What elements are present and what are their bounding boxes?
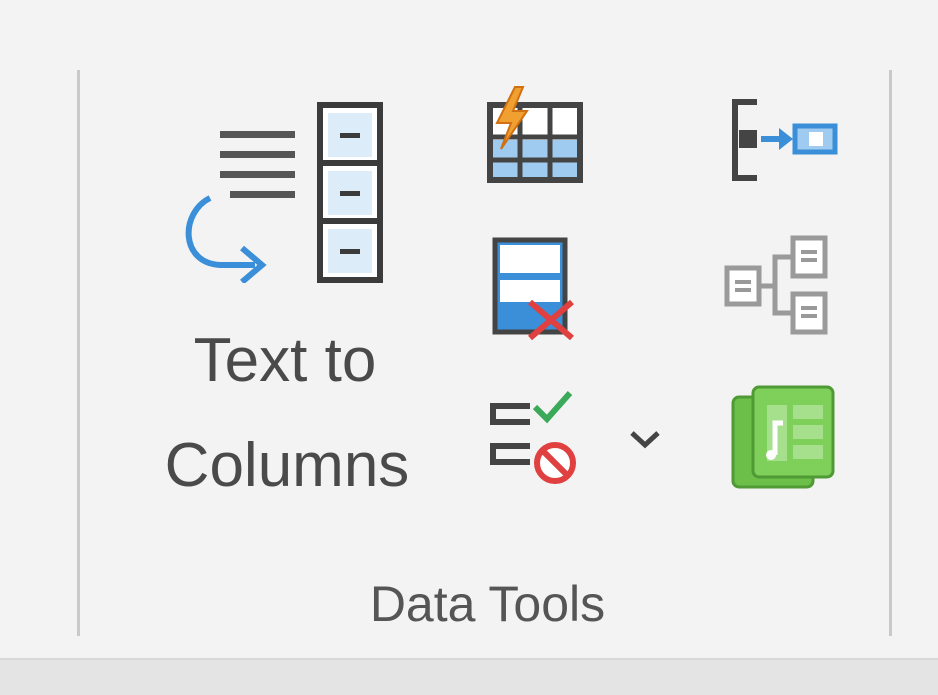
relationships-icon [724, 235, 828, 335]
group-divider-right [889, 70, 892, 636]
text-to-columns-label-line2: Columns [164, 431, 410, 500]
data-validation-button[interactable] [465, 380, 585, 490]
manage-data-model-button[interactable] [705, 380, 835, 490]
manage-data-model-icon [731, 385, 835, 489]
remove-duplicates-icon [492, 237, 574, 340]
relationships-button[interactable] [705, 225, 828, 335]
remove-duplicates-button[interactable] [470, 225, 590, 340]
chevron-down-icon [630, 431, 660, 449]
text-to-columns-button[interactable]: Text to Columns [140, 85, 450, 505]
consolidate-button[interactable] [705, 85, 838, 195]
group-label: Data Tools [369, 576, 606, 632]
group-divider-left [77, 70, 80, 636]
text-to-columns-label-line1: Text to [193, 326, 377, 395]
text-to-columns-icon [185, 102, 383, 283]
flash-fill-icon [487, 86, 583, 183]
consolidate-icon [732, 99, 838, 181]
flash-fill-button[interactable] [465, 80, 585, 190]
ribbon-bottom-edge [0, 658, 938, 695]
data-tools-group: Text to Columns Data Tools [0, 0, 938, 660]
data-validation-dropdown[interactable] [620, 415, 670, 465]
data-validation-icon [490, 391, 576, 484]
